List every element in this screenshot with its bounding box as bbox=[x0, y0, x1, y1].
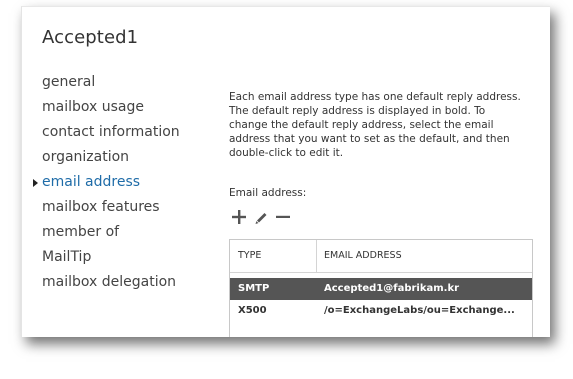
selected-arrow-icon bbox=[33, 179, 38, 187]
column-header-email-address[interactable]: EMAIL ADDRESS bbox=[324, 240, 402, 272]
nav-item-mailbox-features[interactable]: mailbox features bbox=[42, 195, 180, 220]
email-address-label: Email address: bbox=[229, 187, 307, 199]
row-type: X500 bbox=[238, 305, 267, 316]
nav-item-organization[interactable]: organization bbox=[42, 145, 180, 170]
nav-item-member-of[interactable]: member of bbox=[42, 220, 180, 245]
nav-item-mailbox-delegation[interactable]: mailbox delegation bbox=[42, 270, 180, 295]
properties-dialog: Accepted1 general mailbox usage contact … bbox=[21, 6, 550, 337]
column-header-type[interactable]: TYPE bbox=[238, 240, 261, 272]
table-row[interactable]: SMTP Accepted1@fabrikam.kr bbox=[230, 278, 532, 300]
row-email-address: Accepted1@fabrikam.kr bbox=[324, 283, 460, 294]
nav-item-general[interactable]: general bbox=[42, 70, 180, 95]
table-header: TYPE EMAIL ADDRESS bbox=[230, 240, 532, 273]
remove-button[interactable] bbox=[273, 207, 293, 227]
remove-icon bbox=[276, 215, 290, 218]
email-toolbar bbox=[229, 207, 295, 227]
add-icon bbox=[232, 210, 246, 224]
description-text: Each email address type has one default … bbox=[229, 91, 521, 159]
edit-button[interactable] bbox=[251, 207, 271, 227]
row-email-address: /o=ExchangeLabs/ou=Exchange... bbox=[324, 305, 515, 316]
nav-item-email-address-label: email address bbox=[42, 174, 141, 190]
table-row[interactable]: X500 /o=ExchangeLabs/ou=Exchange... bbox=[230, 300, 532, 322]
page-title: Accepted1 bbox=[42, 27, 139, 48]
row-type: SMTP bbox=[238, 283, 270, 294]
edit-icon bbox=[255, 212, 266, 224]
email-address-table: TYPE EMAIL ADDRESS SMTP Accepted1@fabrik… bbox=[229, 239, 533, 337]
nav-item-contact-information[interactable]: contact information bbox=[42, 120, 180, 145]
nav-item-mailbox-usage[interactable]: mailbox usage bbox=[42, 95, 180, 120]
sidebar-nav: general mailbox usage contact informatio… bbox=[33, 70, 180, 295]
column-divider bbox=[316, 240, 317, 272]
nav-item-email-address[interactable]: email address bbox=[33, 170, 180, 195]
add-button[interactable] bbox=[229, 207, 249, 227]
nav-item-mailtip[interactable]: MailTip bbox=[42, 245, 180, 270]
